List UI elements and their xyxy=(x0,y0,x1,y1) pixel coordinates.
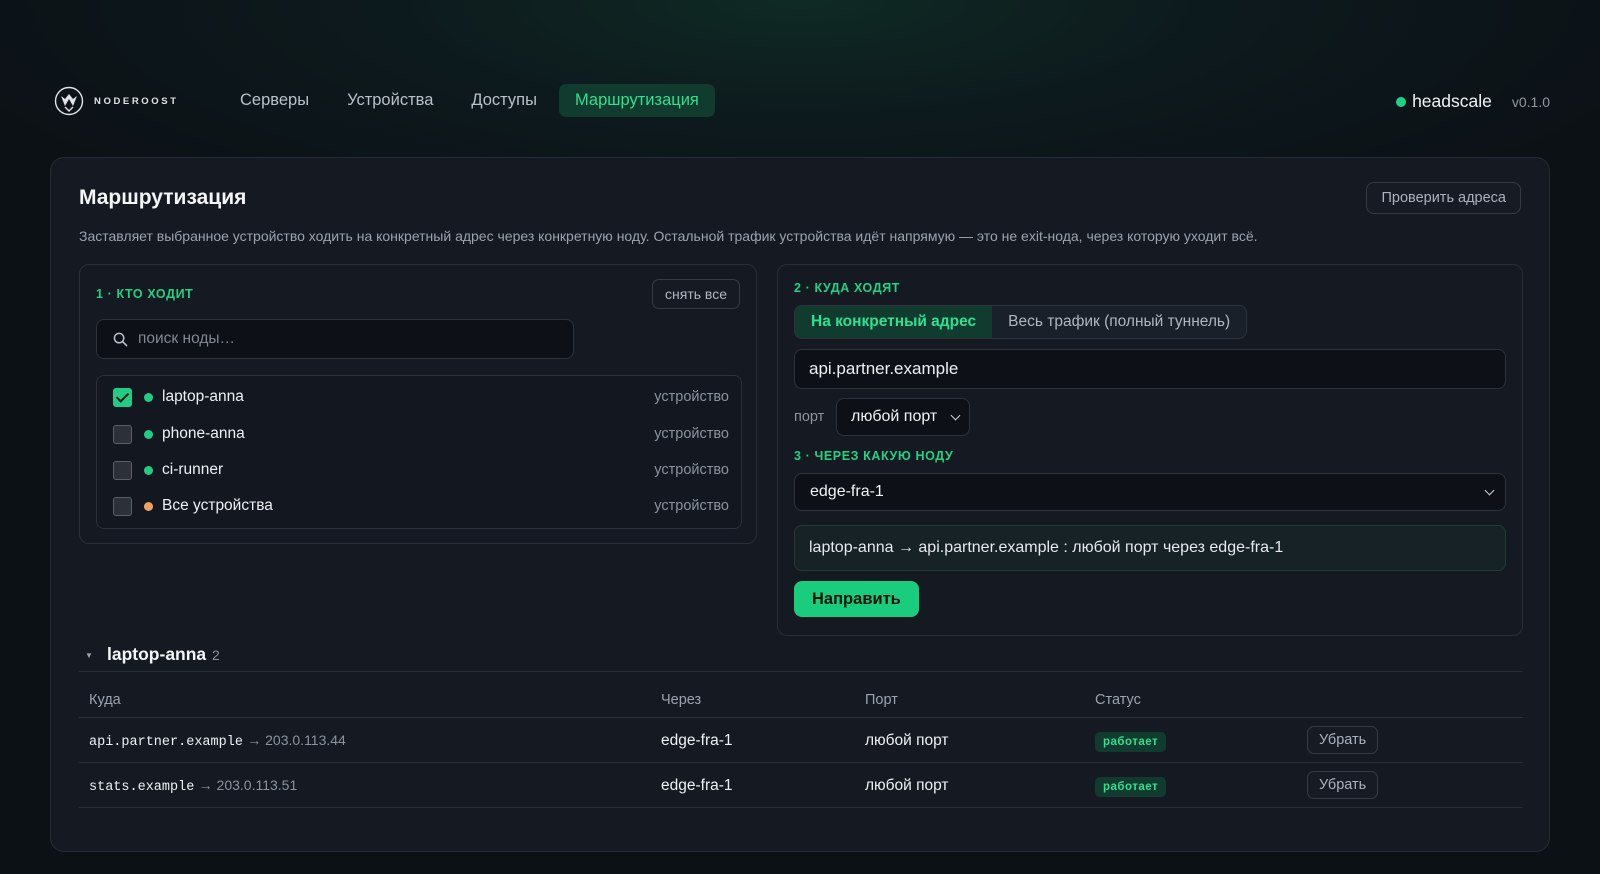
top-bar: NODEROOST Серверы Устройства Доступы Мар… xyxy=(54,84,1550,120)
remove-route-button[interactable]: Убрать xyxy=(1307,771,1379,799)
route-summary: laptop-anna → api.partner.example : любо… xyxy=(794,525,1506,571)
via-node-select[interactable]: edge-fra-1 xyxy=(794,473,1506,511)
node-name: phone-anna xyxy=(162,425,245,442)
via-section-label: 3 · ЧЕРЕЗ КАКУЮ НОДУ xyxy=(794,449,954,463)
route-destination: stats.example → 203.0.113.51 xyxy=(89,777,297,795)
node-type: устройство xyxy=(654,389,729,405)
node-name: ci-runner xyxy=(162,461,224,478)
node-row[interactable]: laptop-anna устройство xyxy=(97,379,741,415)
logo[interactable]: NODEROOST xyxy=(54,86,179,116)
node-status-icon xyxy=(144,392,153,402)
search-icon xyxy=(113,332,128,346)
nav-access[interactable]: Доступы xyxy=(455,84,553,117)
group-name: laptop-anna xyxy=(107,644,207,664)
node-status-icon xyxy=(144,501,153,511)
page-title: Маршрутизация xyxy=(79,186,247,209)
destination-address-input[interactable] xyxy=(794,349,1506,389)
server-status: headscale v0.1.0 xyxy=(1396,91,1550,112)
route-via: edge-fra-1 xyxy=(661,777,733,794)
node-checkbox[interactable] xyxy=(113,496,132,516)
nav-routing[interactable]: Маршрутизация xyxy=(558,84,715,117)
route-mode-toggle: На конкретный адрес Весь трафик (полный … xyxy=(794,305,1248,339)
nav-devices[interactable]: Устройства xyxy=(331,84,449,117)
node-type: устройство xyxy=(654,498,729,514)
node-row[interactable]: ci-runner устройство xyxy=(97,452,741,488)
server-name: headscale xyxy=(1412,91,1492,111)
table-header: Куда Через Порт Статус xyxy=(79,684,1523,718)
node-search-input[interactable] xyxy=(138,330,558,348)
page-description: Заставляет выбранное устройство ходить н… xyxy=(79,228,1258,244)
where-section-label: 2 · КУДА ХОДЯТ xyxy=(794,281,901,295)
routes-table: Куда Через Порт Статус api.partner.examp… xyxy=(79,684,1523,808)
status-badge: работает xyxy=(1095,777,1167,797)
column-via: Через xyxy=(661,692,702,708)
port-label: порт xyxy=(794,409,825,425)
route-port: любой порт xyxy=(865,732,949,749)
version-label: v0.1.0 xyxy=(1511,93,1550,110)
main-nav: Серверы Устройства Доступы Маршрутизация xyxy=(224,84,715,117)
node-row[interactable]: Все устройства устройство xyxy=(97,488,741,524)
tab-specific-address[interactable]: На конкретный адрес xyxy=(795,306,993,338)
group-count: 2 xyxy=(212,647,220,663)
route-group-header[interactable]: ▼ laptop-anna 2 xyxy=(79,642,1523,672)
node-row[interactable]: phone-anna устройство xyxy=(97,416,741,452)
column-port: Порт xyxy=(865,692,898,708)
route-port: любой порт xyxy=(865,777,949,794)
logo-text: NODEROOST xyxy=(94,95,179,107)
node-name: laptop-anna xyxy=(162,388,244,405)
node-name: Все устройства xyxy=(162,497,273,514)
where-panel: 2 · КУДА ХОДЯТ На конкретный адрес Весь … xyxy=(777,264,1523,636)
column-status: Статус xyxy=(1095,692,1141,708)
route-host: api.partner.example xyxy=(89,735,243,750)
node-status-icon xyxy=(144,465,153,475)
node-search[interactable] xyxy=(96,319,574,359)
table-row: api.partner.example → 203.0.113.44 edge-… xyxy=(79,718,1523,763)
chevron-down-icon xyxy=(1484,485,1495,496)
route-via: edge-fra-1 xyxy=(661,732,733,749)
node-type: устройство xyxy=(654,462,729,478)
node-checkbox[interactable] xyxy=(113,460,132,480)
via-node-value: edge-fra-1 xyxy=(810,483,884,500)
column-dest: Куда xyxy=(89,692,121,708)
route-ip: → 203.0.113.51 xyxy=(198,777,298,793)
node-checkbox[interactable] xyxy=(113,387,132,407)
remove-route-button[interactable]: Убрать xyxy=(1307,726,1379,754)
collapse-caret-icon[interactable]: ▼ xyxy=(85,651,93,660)
node-status-icon xyxy=(144,429,153,439)
clear-all-button[interactable]: снять все xyxy=(652,279,740,309)
route-ip: → 203.0.113.44 xyxy=(247,732,346,748)
node-list: laptop-anna устройство phone-anna устрой… xyxy=(96,375,742,529)
who-section-label: 1 · КТО ХОДИТ xyxy=(96,287,194,301)
route-destination: api.partner.example → 203.0.113.44 xyxy=(89,732,346,750)
chevron-down-icon xyxy=(950,410,961,421)
apply-route-button[interactable]: Направить xyxy=(794,581,919,617)
node-type: устройство xyxy=(654,426,729,442)
table-row: stats.example → 203.0.113.51 edge-fra-1 … xyxy=(79,763,1523,808)
node-checkbox[interactable] xyxy=(113,424,132,444)
noderoost-logo-icon xyxy=(54,86,84,116)
port-select-value: любой порт xyxy=(851,408,938,425)
who-panel: 1 · КТО ХОДИТ снять все laptop-anna устр… xyxy=(79,264,757,544)
routing-card: Маршрутизация Проверить адреса Заставляе… xyxy=(50,157,1550,852)
status-badge: работает xyxy=(1095,732,1167,752)
nav-servers[interactable]: Серверы xyxy=(224,84,325,117)
tab-full-tunnel[interactable]: Весь трафик (полный туннель) xyxy=(992,306,1246,338)
online-status-icon xyxy=(1396,96,1407,107)
check-addresses-button[interactable]: Проверить адреса xyxy=(1366,182,1521,214)
route-host: stats.example xyxy=(89,780,195,795)
port-select[interactable]: любой порт xyxy=(836,398,971,436)
